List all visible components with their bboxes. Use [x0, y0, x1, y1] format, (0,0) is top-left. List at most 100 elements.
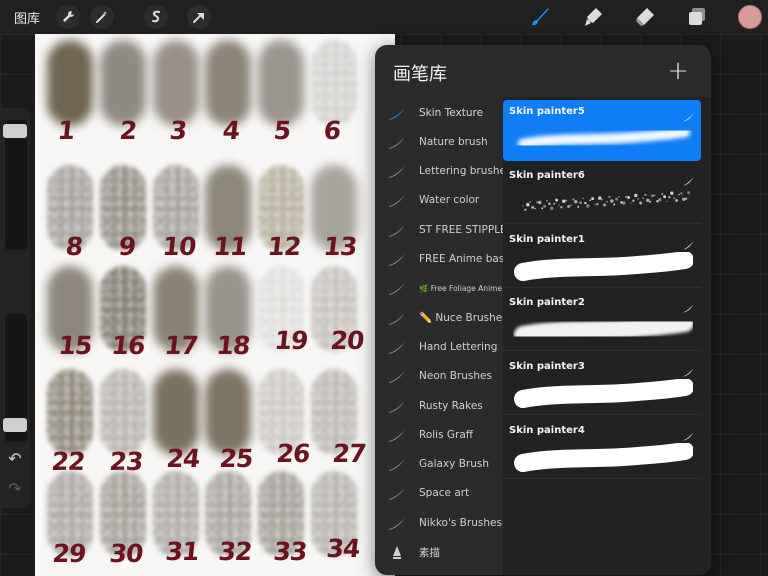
brush-set-item[interactable]: 素描 — [375, 538, 503, 567]
swatch-number-label: 6 — [322, 116, 342, 145]
color-picker-button[interactable] — [738, 5, 762, 29]
brush-stroke-icon — [388, 311, 406, 325]
brush-set-item[interactable]: Skin Texture — [375, 98, 503, 127]
swatch-number-label: 26 — [275, 439, 311, 468]
gallery-button[interactable]: 图库 — [14, 8, 40, 27]
brush-set-label: 素描 — [419, 546, 440, 559]
brush-swatch — [205, 369, 251, 455]
brush-swatch — [153, 40, 199, 126]
brush-set-label: ST FREE STIPPLE — [419, 223, 507, 236]
swatch-number-label: 12 — [266, 232, 302, 261]
brush-set-item[interactable]: Water color — [375, 186, 503, 215]
brush-size-slider[interactable] — [3, 120, 27, 250]
brush-type-icon — [683, 362, 695, 377]
transform-arrow-icon[interactable] — [187, 5, 211, 29]
brush-set-label: Nikko's Brushes — [419, 516, 502, 529]
brush-set-item[interactable]: ST FREE STIPPLE — [375, 215, 507, 244]
magic-wand-icon[interactable] — [90, 5, 114, 29]
brush-set-label: Nature brush — [419, 135, 488, 148]
brush-type-icon — [683, 235, 695, 250]
brush-swatch — [205, 40, 251, 126]
brush-set-label: ✏️ Nuce Brushes — [419, 312, 508, 325]
brush-item[interactable]: Skin painter6 — [503, 164, 701, 224]
brush-set-label: Neon Brushes — [419, 370, 492, 383]
brush-stroke-preview — [513, 314, 694, 347]
redo-icon[interactable]: ↷ — [6, 480, 24, 498]
brush-set-item[interactable]: Galaxy Brush — [375, 450, 503, 479]
brush-item[interactable]: Skin painter3 — [503, 355, 701, 416]
brush-stroke-preview — [513, 188, 693, 220]
brush-stroke-icon — [388, 516, 406, 530]
brush-name: Skin painter3 — [509, 361, 585, 373]
brush-stroke-icon — [388, 164, 406, 179]
layers-icon[interactable] — [684, 4, 710, 30]
brush-type-icon — [683, 107, 695, 122]
brush-stroke-icon — [388, 281, 406, 296]
brush-stroke-icon — [388, 193, 406, 208]
swatch-number-label: 33 — [272, 537, 308, 566]
brush-stroke-preview — [513, 378, 694, 411]
brush-swatch — [47, 40, 93, 126]
brush-size-slider-thumb[interactable] — [3, 124, 27, 138]
brush-set-item[interactable]: 🌿 Free Foliage Anime — [375, 274, 503, 303]
brush-set-item[interactable]: FREE Anime basic — [375, 245, 513, 274]
drawing-canvas[interactable]: 1 2 3 4 5 6 8 9 10 11 12 13 15 16 17 18 19 20 22 23 24 25 26 27… — [35, 34, 395, 576]
eraser-icon[interactable] — [632, 4, 658, 30]
brush-set-item[interactable]: Lettering brushes — [375, 157, 511, 186]
brush-stroke-icon — [388, 340, 406, 354]
brush-set-label: Rolis Graff — [419, 428, 474, 441]
brush-name: Skin painter6 — [509, 169, 585, 181]
smudge-icon[interactable] — [580, 4, 606, 30]
swatch-number-label: 20 — [329, 326, 365, 355]
swatch-number-label: 1 — [56, 116, 76, 145]
brush-set-label: Skin Texture — [419, 106, 484, 119]
left-sidebar: ↶ ↷ — [0, 108, 30, 508]
swatch-number-label: 9 — [117, 232, 137, 261]
brush-set-item[interactable]: Hand Lettering — [375, 332, 503, 361]
brush-stroke-icon — [388, 428, 406, 442]
panel-title: 画笔库 — [393, 64, 447, 85]
swatch-number-label: 17 — [163, 331, 199, 360]
brush-set-item[interactable]: Rusty Rakes — [375, 391, 503, 420]
brush-type-icon — [683, 171, 695, 186]
brush-swatch — [153, 369, 199, 455]
brush-set-item[interactable]: Nature brush — [375, 127, 503, 156]
wrench-icon[interactable] — [56, 5, 80, 29]
swatch-number-label: 24 — [165, 444, 201, 473]
undo-icon[interactable]: ↶ — [6, 450, 24, 468]
brush-set-label: Lettering brushes — [419, 165, 512, 178]
swatch-number-label: 10 — [161, 232, 197, 261]
swatch-number-label: 4 — [221, 116, 241, 145]
brush-set-label: Rusty Rakes — [419, 399, 483, 412]
brush-swatch — [100, 40, 146, 126]
brush-stroke-icon — [388, 252, 406, 266]
brush-set-item[interactable]: Nikko's Brushes — [375, 508, 503, 537]
brush-item[interactable]: Skin painter5 — [503, 100, 701, 161]
brush-icon[interactable] — [527, 4, 553, 30]
brush-swatch — [258, 40, 304, 126]
opacity-slider[interactable] — [3, 314, 27, 442]
brush-set-item[interactable]: ✏️ Nuce Brushes — [375, 303, 508, 332]
brush-list: Skin painter5 Skin painter6 Skin painter1 S… — [503, 97, 711, 575]
top-toolbar: 图库 — [0, 0, 768, 34]
brush-set-label: FREE Anime basic — [419, 253, 513, 265]
brush-name: Skin painter5 — [509, 106, 585, 117]
swatch-number-label: 30 — [108, 539, 144, 568]
brush-set-item[interactable]: Neon Brushes — [375, 362, 503, 391]
brush-set-item[interactable]: Rolis Graff — [375, 420, 503, 449]
opacity-slider-thumb[interactable] — [3, 418, 27, 432]
brush-name: Skin painter4 — [509, 425, 585, 436]
selection-icon[interactable] — [144, 5, 168, 29]
brush-library-panel: 画笔库 + Skin Texture Nature brush Lettering … — [375, 45, 711, 575]
brush-stroke-preview — [513, 250, 694, 284]
brush-stroke-icon — [388, 486, 406, 501]
brush-swatch — [47, 369, 93, 455]
brush-item[interactable]: Skin painter4 — [503, 419, 701, 479]
brush-item[interactable]: Skin painter2 — [503, 291, 701, 352]
plus-icon[interactable]: + — [665, 58, 691, 85]
swatch-number-label: 19 — [273, 326, 309, 355]
brush-swatch — [100, 369, 146, 455]
brush-item[interactable]: Skin painter1 — [503, 228, 701, 288]
swatch-number-label: 3 — [168, 116, 188, 145]
brush-set-item[interactable]: Space art — [375, 479, 503, 508]
